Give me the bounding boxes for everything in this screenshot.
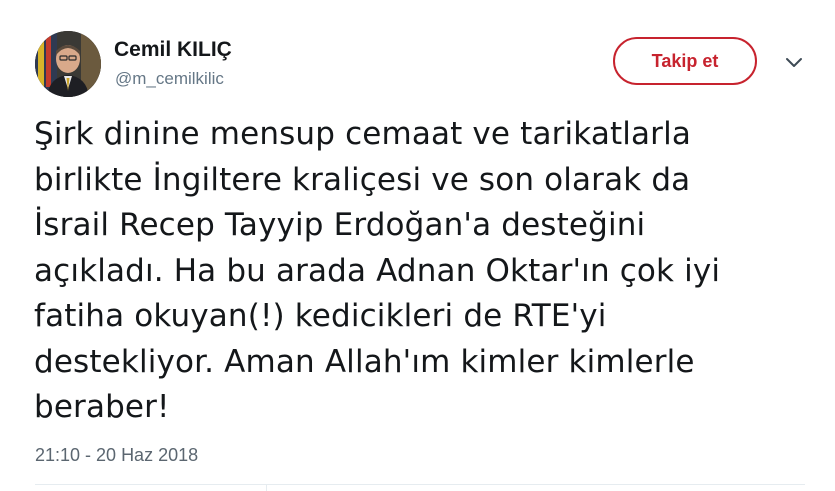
user-handle[interactable]: @m_cemilkilic xyxy=(115,69,224,89)
tweet-line: açıkladı. Ha bu arada Adnan Oktar'ın çok… xyxy=(34,252,721,289)
tweet-line: İsrail Recep Tayyip Erdoğan'a desteğini xyxy=(34,207,646,243)
tweet-line: birlikte İngiltere kraliçesi ve son olar… xyxy=(34,161,691,198)
follow-button[interactable]: Takip et xyxy=(613,37,757,85)
tweet-timestamp[interactable]: 21:10 - 20 Haz 2018 xyxy=(35,444,198,466)
tweet-line: destekliyor. Aman Allah'ım kimler kimler… xyxy=(34,343,695,380)
user-display-name[interactable]: Cemil KILIÇ xyxy=(114,38,232,62)
tweet-line: fatiha okuyan(!) kedicikleri de RTE'yi xyxy=(34,298,607,334)
tweet-line: beraber! xyxy=(34,389,170,425)
tweet-text: Şirk dinine mensup cemaat ve tarikatlarl… xyxy=(34,112,814,431)
tweet-line: Şirk dinine mensup cemaat ve tarikatlarl… xyxy=(34,116,691,152)
divider-tick xyxy=(266,484,267,491)
divider xyxy=(35,484,805,485)
chevron-down-icon[interactable] xyxy=(784,55,804,71)
avatar[interactable] xyxy=(35,31,101,97)
